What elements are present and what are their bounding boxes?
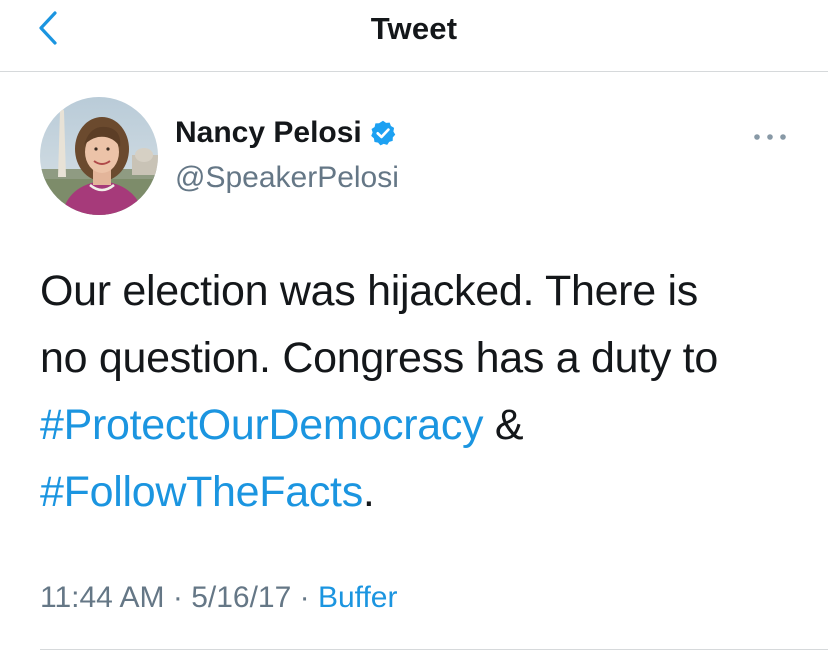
- divider: [40, 649, 828, 650]
- verified-badge-icon: [369, 119, 397, 147]
- tweet-card: Nancy Pelosi @SpeakerPelosi Our election…: [0, 72, 828, 659]
- author-handle[interactable]: @SpeakerPelosi: [175, 161, 399, 195]
- navigation-bar: Tweet: [0, 0, 828, 72]
- tweet-text-line: #FollowTheFacts.: [40, 459, 800, 526]
- hashtag-link[interactable]: #ProtectOurDemocracy: [40, 401, 484, 449]
- tweet-text-line: no question. Congress has a duty to: [40, 334, 718, 382]
- tweet-text-line: Our election was hijacked. There is: [40, 267, 698, 315]
- hashtag-link[interactable]: #FollowTheFacts: [40, 468, 363, 516]
- avatar-photo: [40, 97, 158, 215]
- author-name-row[interactable]: Nancy Pelosi: [175, 116, 397, 150]
- tweet-meta: 11:44 AM · 5/16/17 · Buffer: [40, 581, 397, 615]
- more-dots-icon: [754, 134, 786, 140]
- tweet-detail-screen: Tweet Nancy Pelosi @SpeakerPelosi Our el…: [0, 0, 828, 659]
- tweet-text: Our election was hijacked. There is no q…: [40, 258, 800, 526]
- avatar[interactable]: [40, 97, 158, 215]
- tweet-date: 5/16/17: [191, 581, 292, 614]
- tweet-source-link[interactable]: Buffer: [318, 581, 398, 614]
- author-name: Nancy Pelosi: [175, 116, 362, 149]
- tweet-text-fragment: &: [483, 401, 524, 449]
- tweet-text-fragment: .: [362, 468, 375, 516]
- more-options-button[interactable]: [750, 124, 790, 150]
- meta-separator: ·: [291, 581, 318, 614]
- page-title: Tweet: [370, 11, 458, 46]
- tweet-text-line: #ProtectOurDemocracy &: [40, 392, 800, 459]
- tweet-time: 11:44 AM: [40, 581, 165, 614]
- meta-separator: ·: [164, 581, 192, 614]
